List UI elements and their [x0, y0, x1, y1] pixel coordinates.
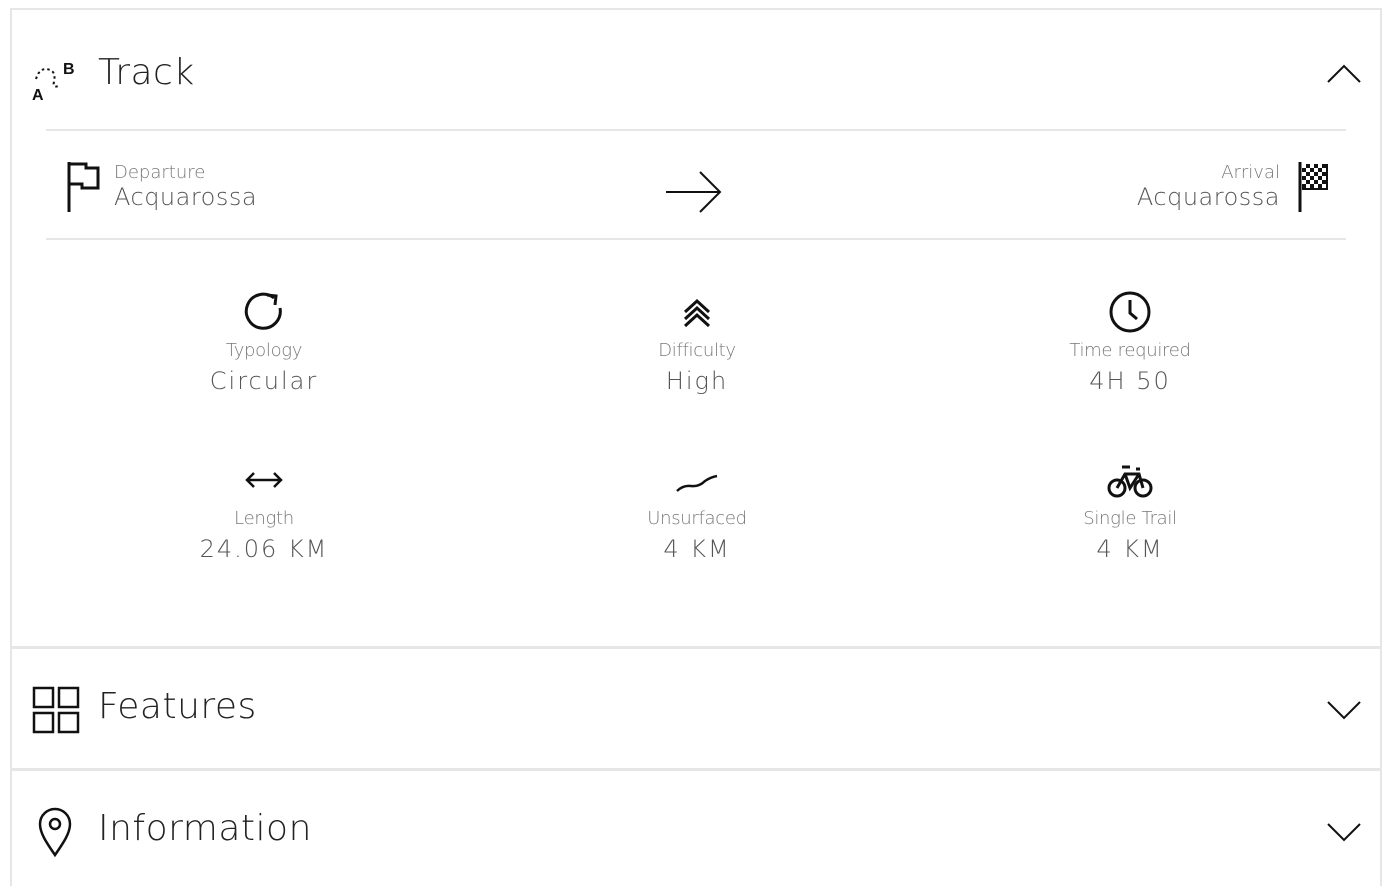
stat-value: High — [665, 367, 729, 395]
information-title: Information — [98, 808, 312, 849]
arrival-value: Acquarossa — [1136, 183, 1280, 211]
divider — [46, 238, 1346, 240]
route-endpoints: Departure Acquarossa Arrival Acquarossa — [46, 132, 1346, 240]
departure-value: Acquarossa — [114, 183, 258, 211]
stat-difficulty: Difficulty High — [547, 288, 847, 395]
stat-unsurfaced: Unsurfaced 4 KM — [547, 456, 847, 563]
checkered-flag-icon — [1296, 160, 1332, 218]
grid-icon — [32, 686, 80, 738]
flag-outline-icon — [66, 160, 102, 218]
stat-length: Length 24.06 KM — [114, 456, 414, 563]
divider — [46, 129, 1346, 131]
information-section-header[interactable]: Information — [12, 800, 1380, 860]
features-section-header[interactable]: Features — [12, 680, 1380, 740]
stat-time-required: Time required 4H 50 — [980, 288, 1280, 395]
chevron-up-icon[interactable] — [1326, 62, 1362, 90]
double-chevron-up-icon — [547, 288, 847, 336]
stat-value: 24.06 KM — [199, 535, 329, 563]
chevron-down-icon[interactable] — [1326, 820, 1362, 848]
section-divider — [12, 646, 1380, 649]
bicycle-icon — [980, 456, 1280, 504]
stat-single-trail: Single Trail 4 KM — [980, 456, 1280, 563]
horizontal-arrows-icon — [114, 456, 414, 504]
track-title: Track — [98, 52, 195, 93]
stat-typology: Typology Circular — [114, 288, 414, 395]
features-title: Features — [98, 686, 257, 727]
route-a-b-icon: A B — [30, 54, 80, 104]
stat-label: Length — [234, 508, 294, 529]
track-section-header[interactable]: A B Track — [12, 48, 1380, 108]
departure-label: Departure — [114, 162, 206, 183]
stat-value: 4 KM — [663, 535, 731, 563]
unsurfaced-road-icon — [547, 456, 847, 504]
stat-value: Circular — [209, 367, 319, 395]
stat-label: Typology — [225, 340, 303, 361]
stat-label: Difficulty — [658, 340, 736, 361]
svg-text:B: B — [63, 61, 75, 78]
svg-text:A: A — [32, 87, 44, 104]
stat-value: 4H 50 — [1089, 367, 1171, 395]
stat-value: 4 KM — [1096, 535, 1164, 563]
accordion-container: A B Track Departure Acquarossa Arrival A… — [10, 8, 1382, 886]
arrow-right-icon — [664, 170, 724, 218]
stat-label: Unsurfaced — [647, 508, 747, 529]
section-divider — [12, 768, 1380, 771]
stat-label: Single Trail — [1083, 508, 1177, 529]
refresh-icon — [114, 288, 414, 336]
map-pin-icon — [36, 806, 74, 862]
arrival-label: Arrival — [1221, 162, 1280, 183]
stat-label: Time required — [1069, 340, 1191, 361]
chevron-down-icon[interactable] — [1326, 698, 1362, 726]
clock-icon — [980, 288, 1280, 336]
